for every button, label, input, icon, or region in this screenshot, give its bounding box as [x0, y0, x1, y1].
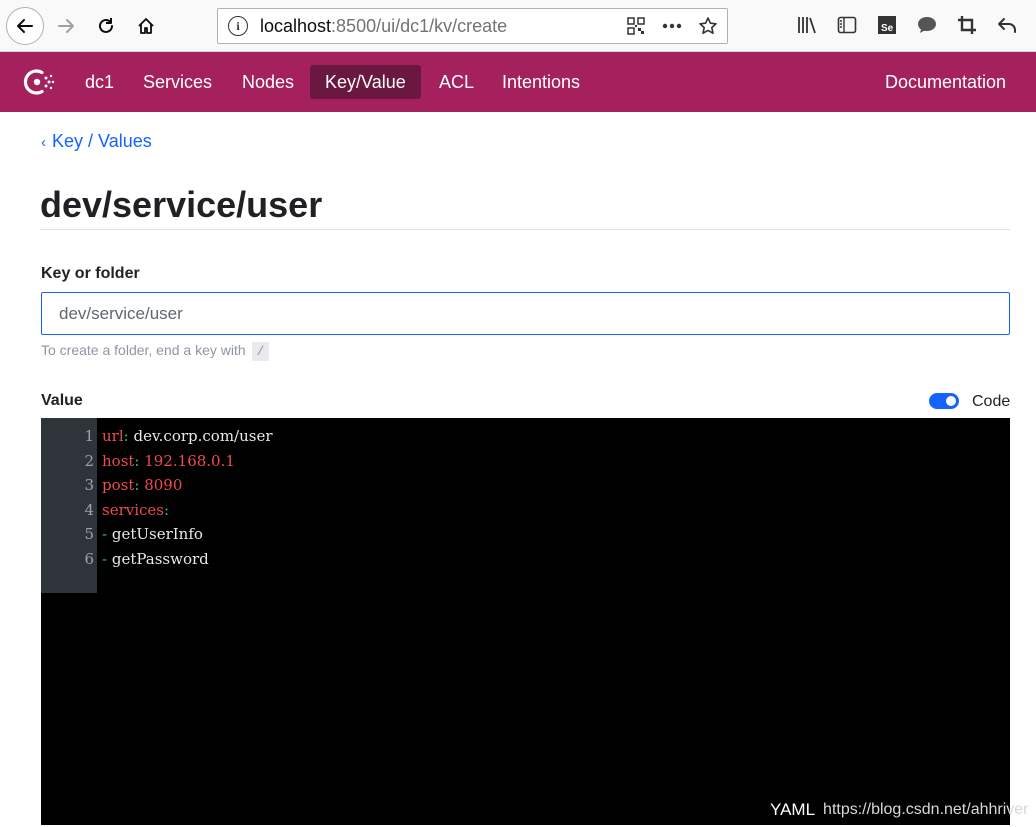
svg-text:Se: Se: [881, 23, 894, 34]
watermark-text: https://blog.csdn.net/ahhriver: [823, 801, 1029, 818]
arrow-left-icon: [17, 19, 33, 33]
app-nav: dc1 Services Nodes Key/Value ACL Intenti…: [0, 52, 1036, 112]
datacenter-selector[interactable]: dc1: [70, 65, 129, 99]
site-info-icon[interactable]: i: [228, 16, 248, 36]
reload-button[interactable]: [88, 8, 124, 44]
yaml-key: url: [102, 427, 124, 445]
browser-toolbar: i localhost:8500/ui/dc1/kv/create Se: [0, 0, 1036, 52]
nav-key-value[interactable]: Key/Value: [310, 65, 421, 99]
hint-code: /: [251, 342, 270, 361]
line-number: 1: [84, 427, 94, 445]
breadcrumb-label[interactable]: Key / Values: [52, 131, 152, 151]
more-actions-icon[interactable]: [661, 15, 683, 37]
yaml-key: services: [102, 500, 164, 519]
star-icon[interactable]: [697, 15, 719, 37]
nav-services[interactable]: Services: [128, 65, 227, 99]
key-input[interactable]: [41, 292, 1010, 335]
nav-nodes[interactable]: Nodes: [227, 65, 309, 99]
key-hint: To create a folder, end a key with /: [41, 342, 270, 361]
yaml-value: 192.168.0.1: [139, 451, 235, 470]
editor-mode-bar: YAML https://blog.csdn.net/ahhriver: [760, 795, 1029, 825]
forward-button[interactable]: [48, 8, 84, 44]
reload-icon: [99, 18, 113, 33]
yaml-key: post: [102, 476, 135, 494]
hint-text: To create a folder, end a key with: [41, 342, 246, 358]
toggle-knob: [946, 396, 956, 406]
consul-logo-icon[interactable]: [20, 64, 56, 100]
yaml-value: getUserInfo: [107, 525, 203, 543]
title-divider: [40, 229, 1010, 230]
code-text[interactable]: services:: [102, 498, 169, 523]
yaml-colon: :: [164, 500, 170, 519]
yaml-value: 8090: [139, 476, 183, 494]
home-icon: [138, 18, 154, 34]
key-field-label: Key or folder: [41, 265, 140, 282]
undo-icon[interactable]: [996, 14, 1018, 36]
nav-documentation[interactable]: Documentation: [870, 65, 1021, 99]
crop-icon[interactable]: [956, 14, 978, 36]
code-toggle[interactable]: [929, 393, 959, 409]
breadcrumb[interactable]: ‹ Key / Values: [41, 131, 152, 152]
arrow-right-icon: [58, 19, 74, 33]
code-editor[interactable]: 1 url: dev.corp.com/user 2 host: 192.168.0.…: [41, 418, 1029, 825]
url-bar[interactable]: i localhost:8500/ui/dc1/kv/create: [217, 8, 728, 44]
code-text[interactable]: - getPassword: [102, 547, 209, 572]
qr-code-icon[interactable]: [625, 15, 647, 37]
nav-intentions[interactable]: Intentions: [487, 65, 595, 99]
code-text[interactable]: url: dev.corp.com/user: [102, 424, 273, 449]
nav-acl[interactable]: ACL: [424, 65, 489, 99]
yaml-key: host: [102, 451, 135, 470]
page-title: dev/service/user: [40, 184, 323, 225]
line-number: 4: [84, 500, 94, 519]
line-number: 3: [84, 476, 94, 494]
code-text[interactable]: - getUserInfo: [102, 522, 203, 547]
back-button[interactable]: [6, 7, 44, 45]
selenium-icon[interactable]: Se: [876, 14, 898, 36]
code-text[interactable]: post: 8090: [102, 473, 182, 498]
yaml-value: getPassword: [107, 549, 209, 568]
sidebar-icon[interactable]: [836, 14, 858, 36]
line-number: 2: [84, 451, 94, 470]
editor-mode-label[interactable]: YAML: [770, 800, 815, 820]
value-field-label: Value: [41, 392, 83, 409]
line-number: 6: [84, 549, 94, 568]
code-text[interactable]: host: 192.168.0.1: [102, 449, 235, 474]
chevron-left-icon: ‹: [41, 134, 46, 151]
chat-icon[interactable]: [916, 14, 938, 36]
code-toggle-label[interactable]: Code: [972, 393, 1010, 411]
yaml-value: dev.corp.com/user: [128, 427, 273, 445]
url-text[interactable]: localhost:8500/ui/dc1/kv/create: [260, 16, 507, 37]
home-button[interactable]: [128, 8, 164, 44]
line-number: 5: [84, 525, 94, 543]
library-icon[interactable]: [796, 14, 818, 36]
